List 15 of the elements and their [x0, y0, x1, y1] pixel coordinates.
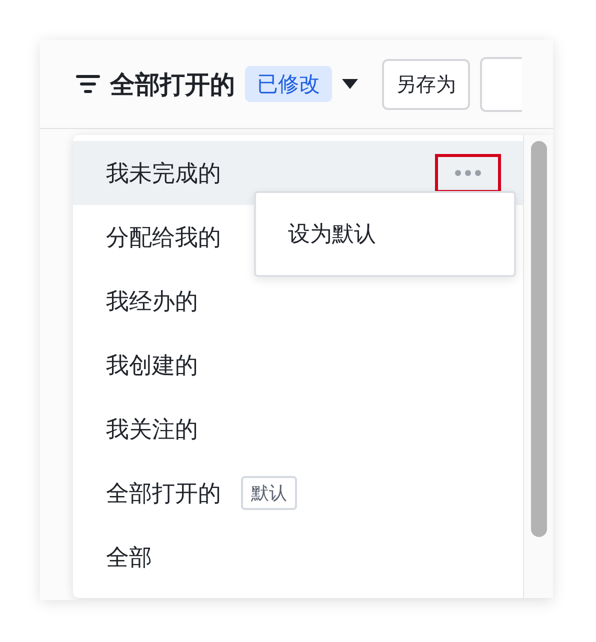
menu-item-label: 我创建的 [106, 352, 198, 380]
modified-badge: 已修改 [245, 66, 332, 102]
scrollbar-thumb[interactable] [531, 141, 547, 537]
filter-icon [76, 74, 100, 94]
more-icon [455, 170, 481, 176]
save-as-button[interactable]: 另存为 [382, 58, 470, 110]
menu-item-label: 全部打开的 [106, 480, 221, 508]
menu-item-label: 我经办的 [106, 288, 198, 316]
menu-item-label: 全部 [106, 544, 152, 572]
default-tag: 默认 [241, 476, 297, 510]
view-title: 全部打开的 [110, 68, 235, 100]
caret-icon[interactable] [342, 79, 358, 89]
menu-item-label: 我关注的 [106, 416, 198, 444]
menu-item-label: 分配给我的 [106, 224, 221, 252]
menu-item-label: 我未完成的 [106, 160, 221, 188]
